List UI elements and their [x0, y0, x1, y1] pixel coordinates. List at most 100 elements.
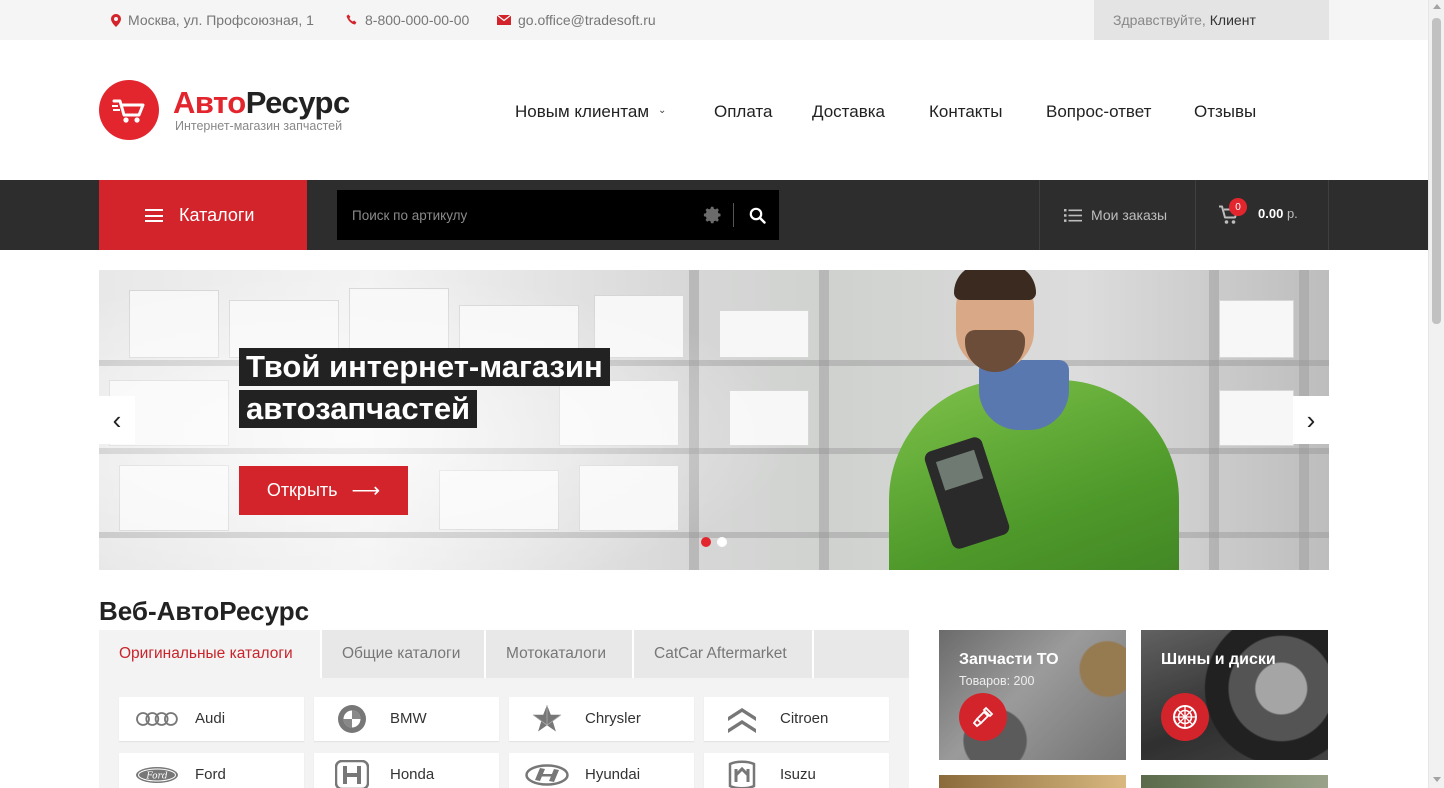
shelf-post [819, 270, 829, 570]
slider-dot-active[interactable] [701, 537, 711, 547]
citroen-chevrons-icon [719, 705, 765, 733]
email-text: go.office@tradesoft.ru [518, 12, 656, 28]
logo-tagline: Интернет-магазин запчастей [175, 119, 343, 133]
chrysler-star-icon [524, 705, 570, 733]
brand-ford[interactable]: Ford Ford [119, 753, 304, 788]
phone-item[interactable]: 8-800-000-00-00 [346, 0, 469, 40]
promo-tile-partial[interactable] [1141, 775, 1328, 788]
cart-total-currency: р. [1286, 206, 1298, 221]
promo-overlay [1141, 630, 1328, 760]
brand-name: Honda [390, 766, 435, 783]
toolbar-separator [1328, 180, 1329, 250]
gear-icon[interactable] [703, 205, 723, 225]
brand-name: Ford [195, 766, 226, 783]
tab-label: Общие каталоги [342, 645, 461, 662]
hero-title: Твой интернет-магазин автозапчастей [239, 348, 610, 432]
tab-label: CatCar Aftermarket [654, 645, 787, 662]
tab-label: Оригинальные каталоги [119, 645, 293, 662]
user-greeting[interactable]: Здравствуйте, Клиент [1094, 0, 1329, 40]
toolbar-separator [1195, 180, 1196, 250]
chevron-right-icon: › [1306, 404, 1316, 435]
spark-plug-icon [959, 693, 1007, 741]
promo-tires-wheels[interactable]: Шины и диски [1141, 630, 1328, 760]
search-input[interactable] [337, 190, 697, 240]
page-scrollbar[interactable] [1428, 0, 1444, 788]
brand-citroen[interactable]: Citroen [704, 697, 889, 741]
brand-chrysler[interactable]: Chrysler [509, 697, 694, 741]
audi-rings-icon [134, 705, 180, 733]
list-icon [1064, 208, 1082, 222]
slider-dot[interactable] [717, 537, 727, 547]
scroll-up-icon[interactable] [1433, 4, 1441, 9]
brand-name: Citroen [780, 710, 829, 727]
promo-overlay [939, 630, 1126, 760]
tab-catcar-aftermarket[interactable]: CatCar Aftermarket [634, 630, 814, 678]
promo-title: Запчасти ТО [959, 651, 1059, 668]
tab-moto-catalogs[interactable]: Мотокаталоги [486, 630, 634, 678]
brand-name: Isuzu [780, 766, 816, 783]
hero-open-label: Открыть [266, 480, 338, 500]
greeting-text: Здравствуйте, [1113, 12, 1206, 28]
catalog-tabs: Оригинальные каталоги Общие каталоги Мот… [99, 630, 909, 678]
cart-total-amount: 0.00 [1258, 206, 1284, 221]
location-pin-icon [111, 13, 121, 27]
logo-badge[interactable] [99, 80, 159, 140]
tabs-filler [814, 630, 909, 678]
bmw-logo-icon [329, 705, 375, 733]
nav-reviews[interactable]: Отзывы [1194, 100, 1256, 124]
nav-delivery[interactable]: Доставка [812, 100, 885, 124]
brand-hyundai[interactable]: Hyundai [509, 753, 694, 788]
hero-open-button[interactable]: Открыть ⟶ [239, 466, 408, 515]
promo-maintenance-parts[interactable]: Запчасти ТО Товаров: 200 [939, 630, 1126, 760]
user-name: Клиент [1209, 12, 1256, 28]
tab-general-catalogs[interactable]: Общие каталоги [322, 630, 486, 678]
search-button[interactable] [735, 190, 779, 240]
envelope-icon [497, 15, 511, 25]
box [1219, 300, 1294, 358]
catalog-tabs-panel: Оригинальные каталоги Общие каталоги Мот… [99, 630, 909, 788]
address-item: Москва, ул. Профсоюзная, 1 [111, 0, 314, 40]
toolbar-separator [1039, 180, 1040, 250]
phone-icon [346, 14, 357, 25]
brand-name: Hyundai [585, 766, 641, 783]
brand-name: Audi [195, 710, 226, 727]
slider-next-button[interactable]: › [1293, 396, 1329, 444]
brand-honda[interactable]: Honda [314, 753, 499, 788]
nav-contacts[interactable]: Контакты [929, 100, 1002, 124]
brand-audi[interactable]: Audi [119, 697, 304, 741]
cart-total[interactable]: 0.00 р. [1258, 206, 1298, 221]
menu-icon [145, 209, 163, 222]
promo-tile-partial[interactable] [939, 775, 1126, 788]
logo-name[interactable]: АвтоРесурс [173, 85, 350, 121]
shelf-post [1209, 270, 1219, 570]
nav-payment[interactable]: Оплата [714, 100, 772, 124]
logo-name-part2: Ресурс [245, 85, 351, 120]
tab-original-catalogs[interactable]: Оригинальные каталоги [99, 630, 322, 678]
logo-name-part1: Авто [173, 85, 246, 120]
shopping-cart-logo-icon [112, 99, 145, 123]
promo-title: Шины и диски [1161, 651, 1276, 668]
top-bar: Москва, ул. Профсоюзная, 1 8-800-000-00-… [0, 0, 1428, 40]
chevron-down-icon: ⌄ [658, 104, 667, 116]
email-item[interactable]: go.office@tradesoft.ru [497, 0, 656, 40]
my-orders-link[interactable]: Мои заказы [1064, 180, 1167, 250]
nav-new-clients[interactable]: Новым клиентам ⌄ [515, 100, 666, 124]
slider-prev-button[interactable]: ‹ [99, 396, 135, 444]
brand-name: BMW [390, 710, 427, 727]
nav-faq[interactable]: Вопрос-ответ [1046, 100, 1151, 124]
nav-faq-label: Вопрос-ответ [1046, 102, 1152, 121]
svg-text:Ford: Ford [145, 772, 167, 782]
search-box [337, 190, 779, 240]
catalogs-label: Каталоги [179, 205, 255, 225]
section-title: Веб-АвтоРесурс [99, 596, 310, 626]
scanner-screen [935, 449, 984, 491]
phone-text: 8-800-000-00-00 [365, 12, 470, 28]
brand-isuzu[interactable]: Isuzu [704, 753, 889, 788]
brand-bmw[interactable]: BMW [314, 697, 499, 741]
hero-slider: Твой интернет-магазин автозапчастей Откр… [99, 270, 1329, 570]
address-text: Москва, ул. Профсоюзная, 1 [128, 12, 314, 28]
scroll-thumb[interactable] [1432, 18, 1441, 324]
wheel-icon [1161, 693, 1209, 741]
page: Москва, ул. Профсоюзная, 1 8-800-000-00-… [0, 0, 1428, 788]
scroll-down-icon[interactable] [1433, 777, 1441, 782]
